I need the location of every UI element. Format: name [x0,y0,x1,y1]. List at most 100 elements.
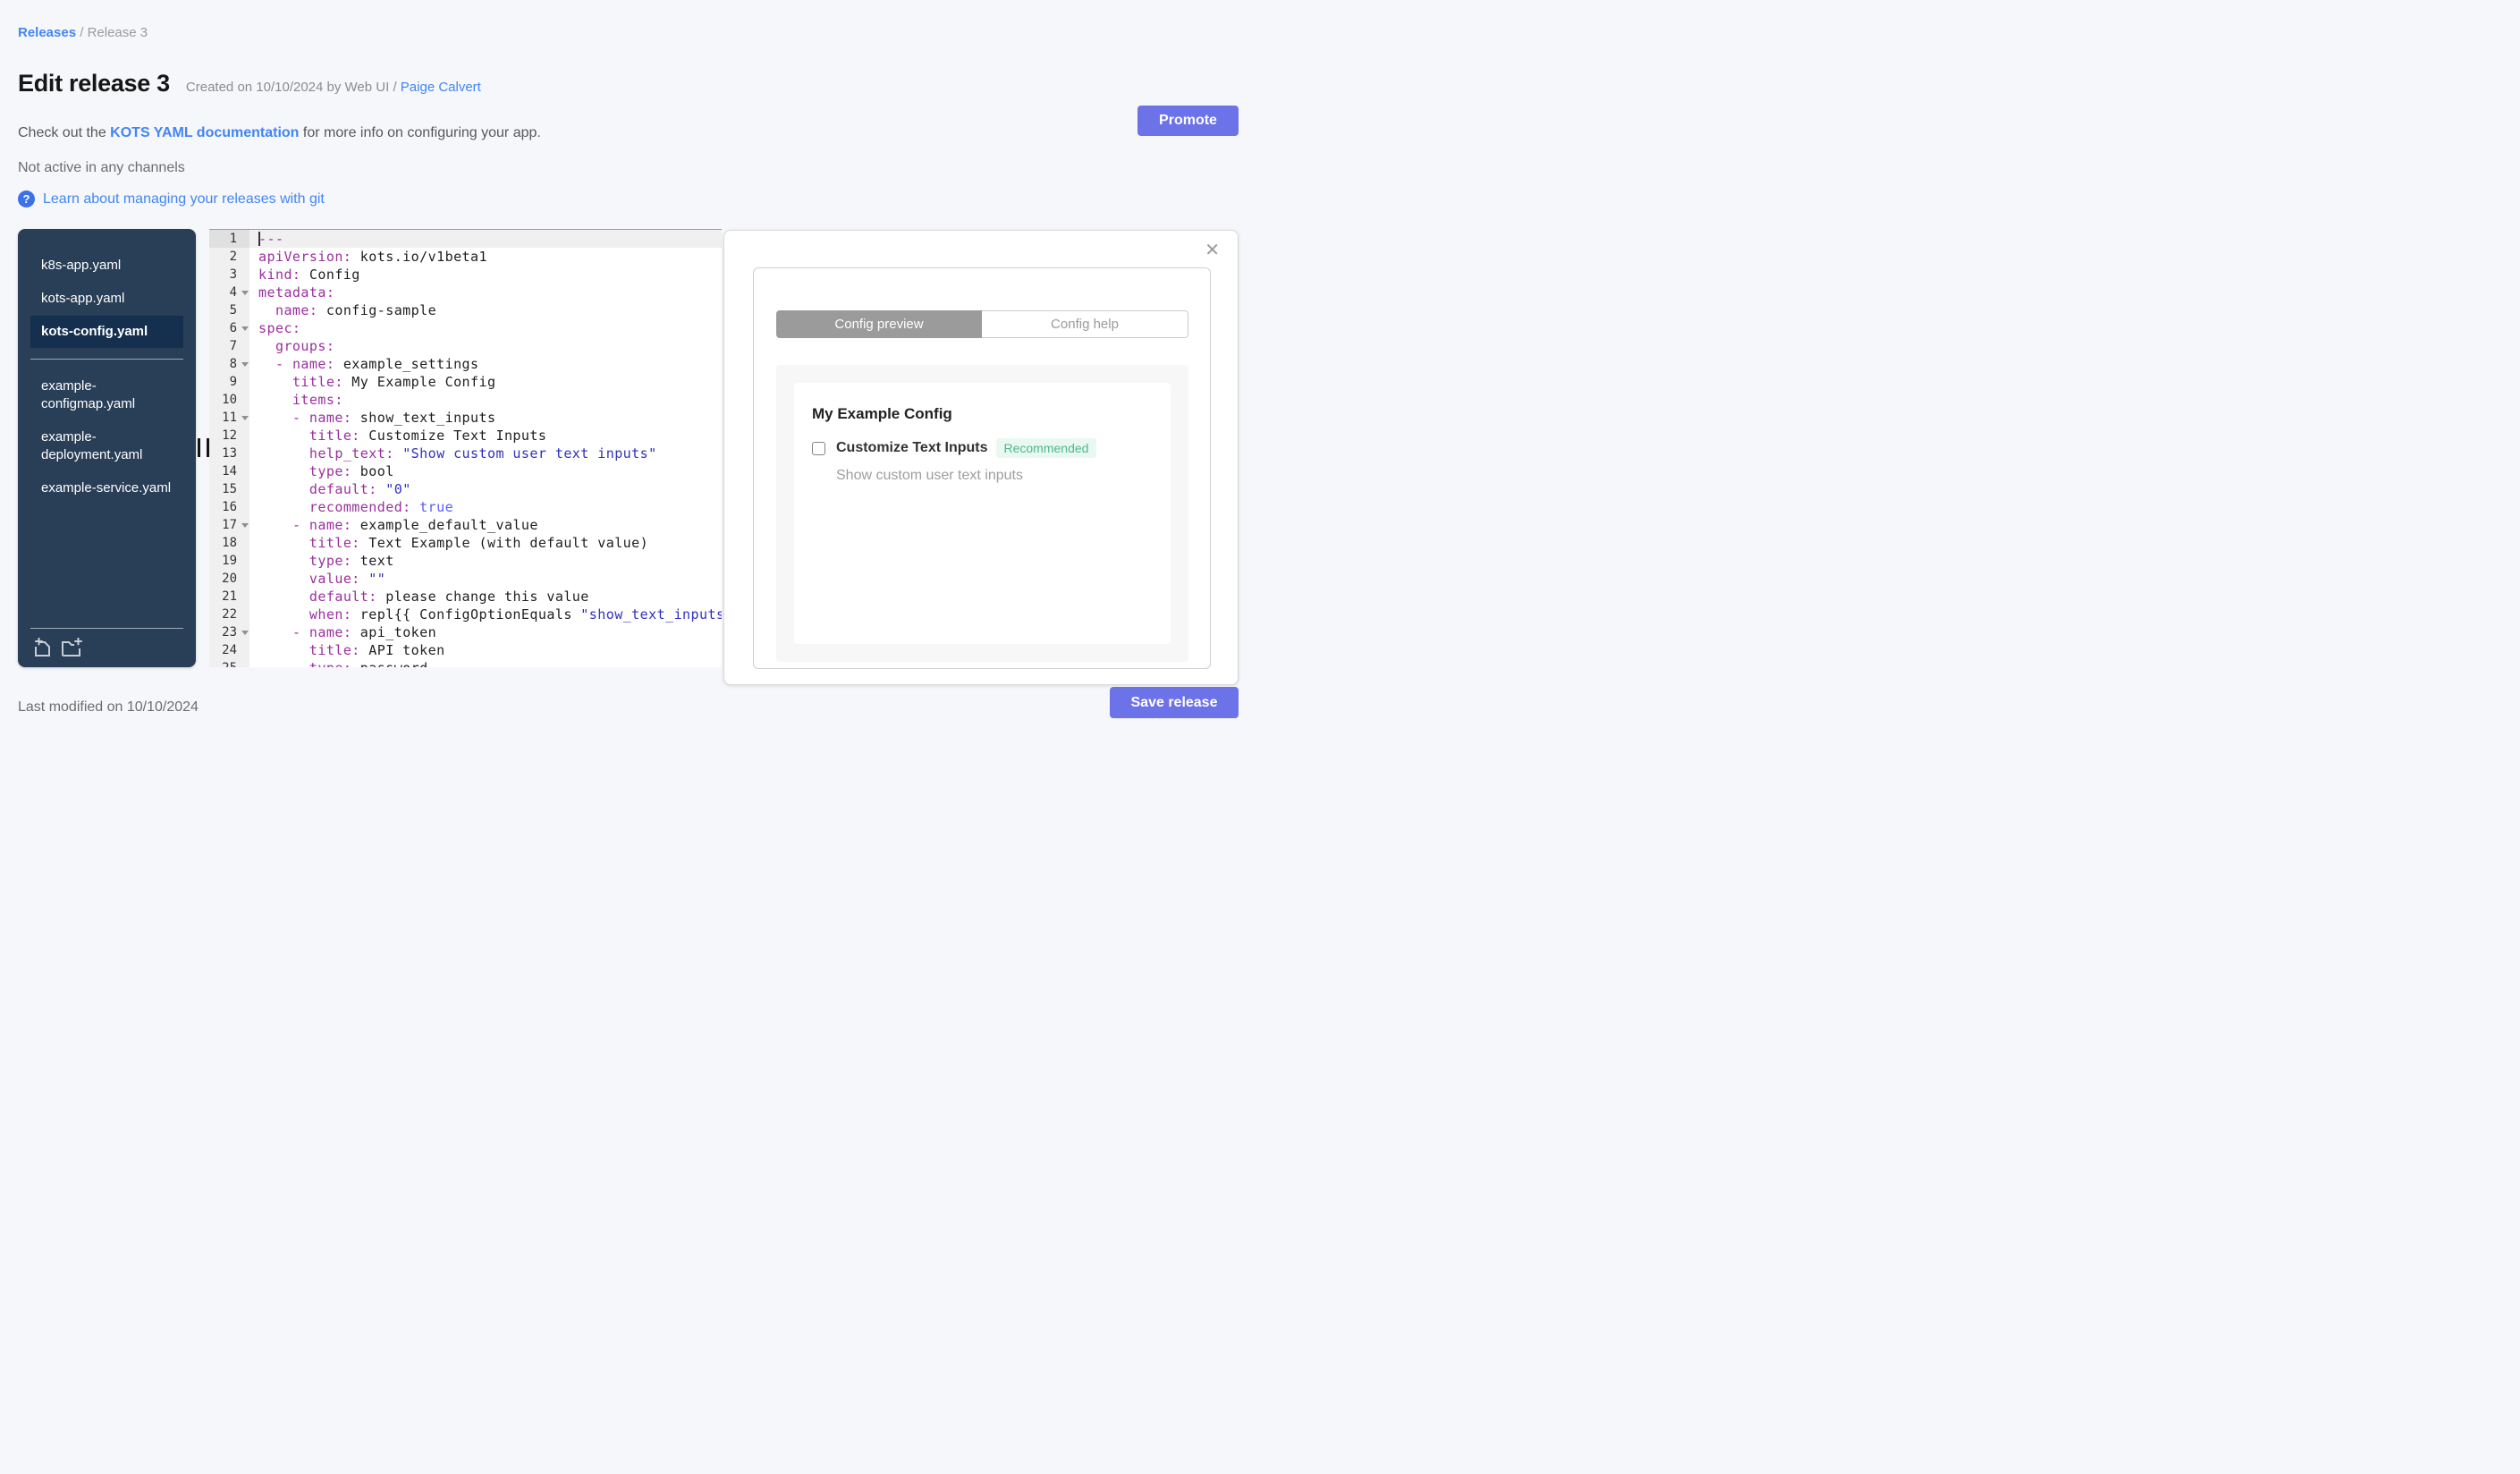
editor-line-12[interactable]: 12 title: Customize Text Inputs [209,427,722,445]
page: Releases / Release 3 Edit release 3 Crea… [0,0,1260,737]
sidebar-divider [30,359,183,360]
sidebar-bottom-divider [30,628,183,629]
line-number: 3 [209,266,249,284]
line-number: 2 [209,248,249,266]
breadcrumb-separator: / [76,25,88,40]
line-number: 24 [209,641,249,659]
editor-line-20[interactable]: 20 value: "" [209,570,722,588]
created-text: Created on 10/10/2024 by Web UI / [185,80,401,95]
editor-line-3[interactable]: 3 kind: Config [209,266,722,284]
code-text: groups: [275,338,335,354]
line-number: 13 [209,445,249,462]
promote-button[interactable]: Promote [1137,106,1239,136]
editor-line-2[interactable]: 2 apiVersion: kots.io/v1beta1 [209,248,722,266]
editor-line-24[interactable]: 24 title: API token [209,641,722,659]
file-label: example-deployment.yaml [41,429,143,462]
created-line: Created on 10/10/2024 by Web UI / Paige … [186,80,481,95]
file-label: example-configmap.yaml [41,378,136,411]
git-releases-link[interactable]: Learn about managing your releases with … [43,191,325,208]
checkbox-row: Customize Text Inputs Recommended [812,438,1097,458]
editor-line-19[interactable]: 19 type: text [209,552,722,570]
line-number: 1 [209,230,249,248]
code-text: title: API token [309,642,445,658]
editor-line-11[interactable]: 11 - name: show_text_inputs [209,409,722,427]
kots-yaml-doc-link[interactable]: KOTS YAML documentation [110,125,299,140]
editor-line-17[interactable]: 17 - name: example_default_value [209,516,722,534]
sidebar-file-example-configmap.yaml[interactable]: example-configmap.yaml [30,370,183,420]
code-text: - name: example_settings [275,356,479,372]
editor-line-16[interactable]: 16 recommended: true [209,498,722,516]
customize-text-inputs-checkbox[interactable] [812,441,825,455]
editor-line-9[interactable]: 9 title: My Example Config [209,373,722,391]
close-icon[interactable]: ✕ [1205,241,1220,259]
fold-arrow-icon[interactable] [241,291,249,295]
save-release-button[interactable]: Save release [1110,687,1239,718]
fold-arrow-icon[interactable] [241,523,249,528]
sidebar-file-example-deployment.yaml[interactable]: example-deployment.yaml [30,421,183,471]
editor-line-6[interactable]: 6 spec: [209,319,722,337]
fold-arrow-icon[interactable] [241,416,249,420]
checkbox-help-text: Show custom user text inputs [836,468,1023,483]
fold-arrow-icon[interactable] [241,326,249,331]
code-text: when: repl{{ ConfigOptionEquals "show_te… [309,606,722,623]
sidebar-file-kots-config.yaml[interactable]: kots-config.yaml [30,316,183,348]
code-text: name: config-sample [275,302,437,318]
breadcrumb-releases-link[interactable]: Releases [18,25,76,40]
channels-status: Not active in any channels [18,160,185,175]
editor-line-4[interactable]: 4 metadata: [209,284,722,301]
editor-line-7[interactable]: 7 groups: [209,337,722,355]
editor-line-21[interactable]: 21 default: please change this value [209,588,722,606]
line-number: 20 [209,570,249,588]
text-cursor [258,232,260,246]
editor-line-25[interactable]: 25 type: password [209,659,722,667]
line-number: 10 [209,391,249,409]
code-text: spec: [258,320,301,336]
line-number: 16 [209,498,249,516]
editor-line-13[interactable]: 13 help_text: "Show custom user text inp… [209,445,722,462]
code-text: title: Customize Text Inputs [309,428,547,444]
sidebar-editor-resize-handle[interactable] [198,438,210,457]
line-number: 21 [209,588,249,606]
code-text: items: [292,392,343,408]
editor-line-8[interactable]: 8 - name: example_settings [209,355,722,373]
editor-line-22[interactable]: 22 when: repl{{ ConfigOptionEquals "show… [209,606,722,623]
editor-line-15[interactable]: 15 default: "0" [209,480,722,498]
code-text: default: please change this value [309,589,589,605]
code-text: title: Text Example (with default value) [309,535,649,551]
line-number: 22 [209,606,249,623]
editor-line-18[interactable]: 18 title: Text Example (with default val… [209,534,722,552]
editor-line-10[interactable]: 10 items: [209,391,722,409]
code-text: - name: example_default_value [292,517,538,533]
preview-tabs: Config preview Config help [776,310,1188,338]
sidebar-file-example-service.yaml[interactable]: example-service.yaml [30,472,183,504]
tab-config-help[interactable]: Config help [982,310,1188,338]
line-number: 25 [209,659,249,667]
editor-line-14[interactable]: 14 type: bool [209,462,722,480]
sidebar-file-kots-app.yaml[interactable]: kots-app.yaml [30,283,183,315]
config-group-title: My Example Config [812,405,952,422]
yaml-code-editor[interactable]: 1 --- 2 apiVersion: kots.io/v1beta1 3 kind: C… [209,229,722,667]
git-row: ? Learn about managing your releases wit… [18,191,325,208]
preview-inner-card: Config preview Config help My Example Co… [753,267,1211,669]
editor-line-23[interactable]: 23 - name: api_token [209,623,722,641]
editor-line-1[interactable]: 1 --- [209,230,722,248]
sidebar-file-k8s-app.yaml[interactable]: k8s-app.yaml [30,250,183,282]
line-number: 12 [209,427,249,445]
add-file-icon[interactable] [31,638,52,658]
add-folder-icon[interactable] [61,638,84,658]
line-number: 18 [209,534,249,552]
editor-line-5[interactable]: 5 name: config-sample [209,301,722,319]
checkbox-label[interactable]: Customize Text Inputs [836,440,988,456]
config-card: My Example Config Customize Text Inputs … [794,383,1171,644]
fold-arrow-icon[interactable] [241,631,249,635]
line-number: 23 [209,623,249,641]
file-sidebar: k8s-app.yaml kots-app.yaml kots-config.yam… [18,229,196,667]
file-list: k8s-app.yaml kots-app.yaml kots-config.yam… [30,250,183,504]
tab-config-preview[interactable]: Config preview [776,310,982,338]
help-question-icon[interactable]: ? [18,191,35,208]
code-text: apiVersion: kots.io/v1beta1 [258,249,487,265]
config-preview-panel: ✕ Config preview Config help My Example … [723,230,1239,685]
author-link[interactable]: Paige Calvert [401,80,481,95]
fold-arrow-icon[interactable] [241,362,249,367]
page-title: Edit release 3 [18,70,170,97]
